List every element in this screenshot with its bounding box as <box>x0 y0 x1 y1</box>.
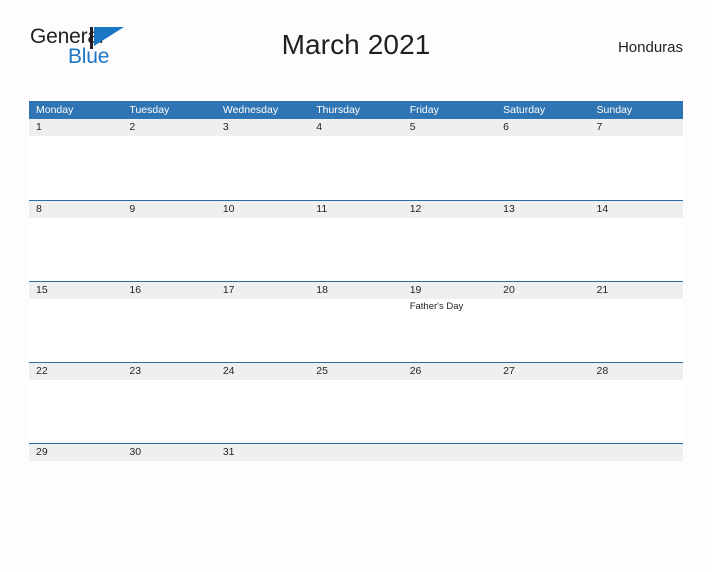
day-number: 13 <box>503 203 515 215</box>
day-number: 12 <box>409 203 422 215</box>
week-row: 15 16 17 18 19 Father's Day 20 21 <box>29 281 683 362</box>
day-number: 16 <box>129 284 142 296</box>
day-number: 2 <box>129 121 136 133</box>
day-number: 23 <box>129 365 142 377</box>
day-cell[interactable]: 16 <box>122 282 215 362</box>
page-header: General Blue March 2021 Honduras <box>29 22 683 74</box>
week-row: 29 30 31 <box>29 443 683 461</box>
day-number: 6 <box>503 121 509 133</box>
day-cell[interactable]: 9 <box>122 201 215 281</box>
day-cell-empty <box>403 444 496 461</box>
day-cell[interactable]: 21 <box>590 282 683 362</box>
day-cell[interactable]: 7 <box>590 119 683 200</box>
day-cell[interactable]: 23 <box>122 363 215 443</box>
day-number: 4 <box>316 121 323 133</box>
day-number: 11 <box>316 203 328 215</box>
day-cell-empty <box>590 444 683 461</box>
day-number: 3 <box>222 121 229 133</box>
day-number: 27 <box>503 365 515 377</box>
day-cell[interactable]: 26 <box>403 363 496 443</box>
day-event: Father's Day <box>409 301 464 312</box>
week-row: 1 2 3 4 5 6 7 <box>29 119 683 200</box>
day-events: Father's Day <box>410 301 490 313</box>
weekday-header-tuesday: Tuesday <box>129 104 170 116</box>
calendar-grid: Monday Tuesday Wednesday Thursday Friday… <box>29 101 683 461</box>
day-number: 1 <box>36 121 42 133</box>
day-cell[interactable]: 5 <box>403 119 496 200</box>
day-number: 25 <box>316 365 328 377</box>
day-number: 19 <box>409 284 422 296</box>
day-number: 18 <box>316 284 328 296</box>
day-cell[interactable]: 15 <box>29 282 122 362</box>
day-cell[interactable]: 11 <box>309 201 402 281</box>
day-cell-empty <box>496 444 589 461</box>
day-number: 5 <box>409 121 416 133</box>
day-number: 10 <box>222 203 235 215</box>
day-cell[interactable]: 28 <box>590 363 683 443</box>
day-cell[interactable]: 17 <box>216 282 309 362</box>
day-number: 21 <box>596 284 609 296</box>
day-cell[interactable]: 8 <box>29 201 122 281</box>
weekday-header-thursday: Thursday <box>316 104 361 116</box>
day-cell[interactable]: 4 <box>309 119 402 200</box>
day-cell[interactable]: 12 <box>403 201 496 281</box>
day-number: 26 <box>409 365 422 377</box>
day-cell[interactable]: 2 <box>122 119 215 200</box>
weekday-header-friday: Friday <box>409 104 439 116</box>
day-cell[interactable]: 25 <box>309 363 402 443</box>
day-cell[interactable]: 20 <box>496 282 589 362</box>
day-number: 15 <box>36 284 48 296</box>
weekday-header-sunday: Sunday <box>596 104 633 116</box>
day-number: 20 <box>503 284 515 296</box>
day-number: 28 <box>596 365 609 377</box>
page-title: March 2021 <box>281 29 431 60</box>
day-cell[interactable]: 3 <box>216 119 309 200</box>
day-cell[interactable]: 13 <box>496 201 589 281</box>
day-cell[interactable]: 22 <box>29 363 122 443</box>
day-number: 31 <box>222 446 235 458</box>
day-cell[interactable]: 29 <box>29 444 122 461</box>
day-number: 22 <box>36 365 48 377</box>
day-number: 30 <box>129 446 142 458</box>
day-number: 17 <box>222 284 235 296</box>
weekday-header-row: Monday Tuesday Wednesday Thursday Friday… <box>29 101 683 119</box>
day-cell[interactable]: 6 <box>496 119 589 200</box>
day-number: 9 <box>129 203 136 215</box>
day-cell[interactable]: 31 <box>216 444 309 461</box>
weekday-header-wednesday: Wednesday <box>222 104 279 116</box>
day-number: 24 <box>222 365 235 377</box>
day-cell-empty <box>309 444 402 461</box>
day-number: 8 <box>36 203 42 215</box>
day-cell[interactable]: 1 <box>29 119 122 200</box>
week-row: 8 9 10 11 12 13 14 <box>29 200 683 281</box>
day-number: 14 <box>596 203 609 215</box>
day-cell[interactable]: 19 Father's Day <box>403 282 496 362</box>
country-label: Honduras <box>617 39 683 56</box>
day-number: 29 <box>36 446 48 458</box>
day-cell[interactable]: 24 <box>216 363 309 443</box>
day-cell[interactable]: 14 <box>590 201 683 281</box>
day-number: 7 <box>596 121 603 133</box>
day-cell[interactable]: 18 <box>309 282 402 362</box>
week-row: 22 23 24 25 26 27 28 <box>29 362 683 443</box>
day-cell[interactable]: 10 <box>216 201 309 281</box>
weekday-header-monday: Monday <box>36 104 74 116</box>
weekday-header-saturday: Saturday <box>503 104 546 116</box>
day-cell[interactable]: 27 <box>496 363 589 443</box>
day-cell[interactable]: 30 <box>122 444 215 461</box>
